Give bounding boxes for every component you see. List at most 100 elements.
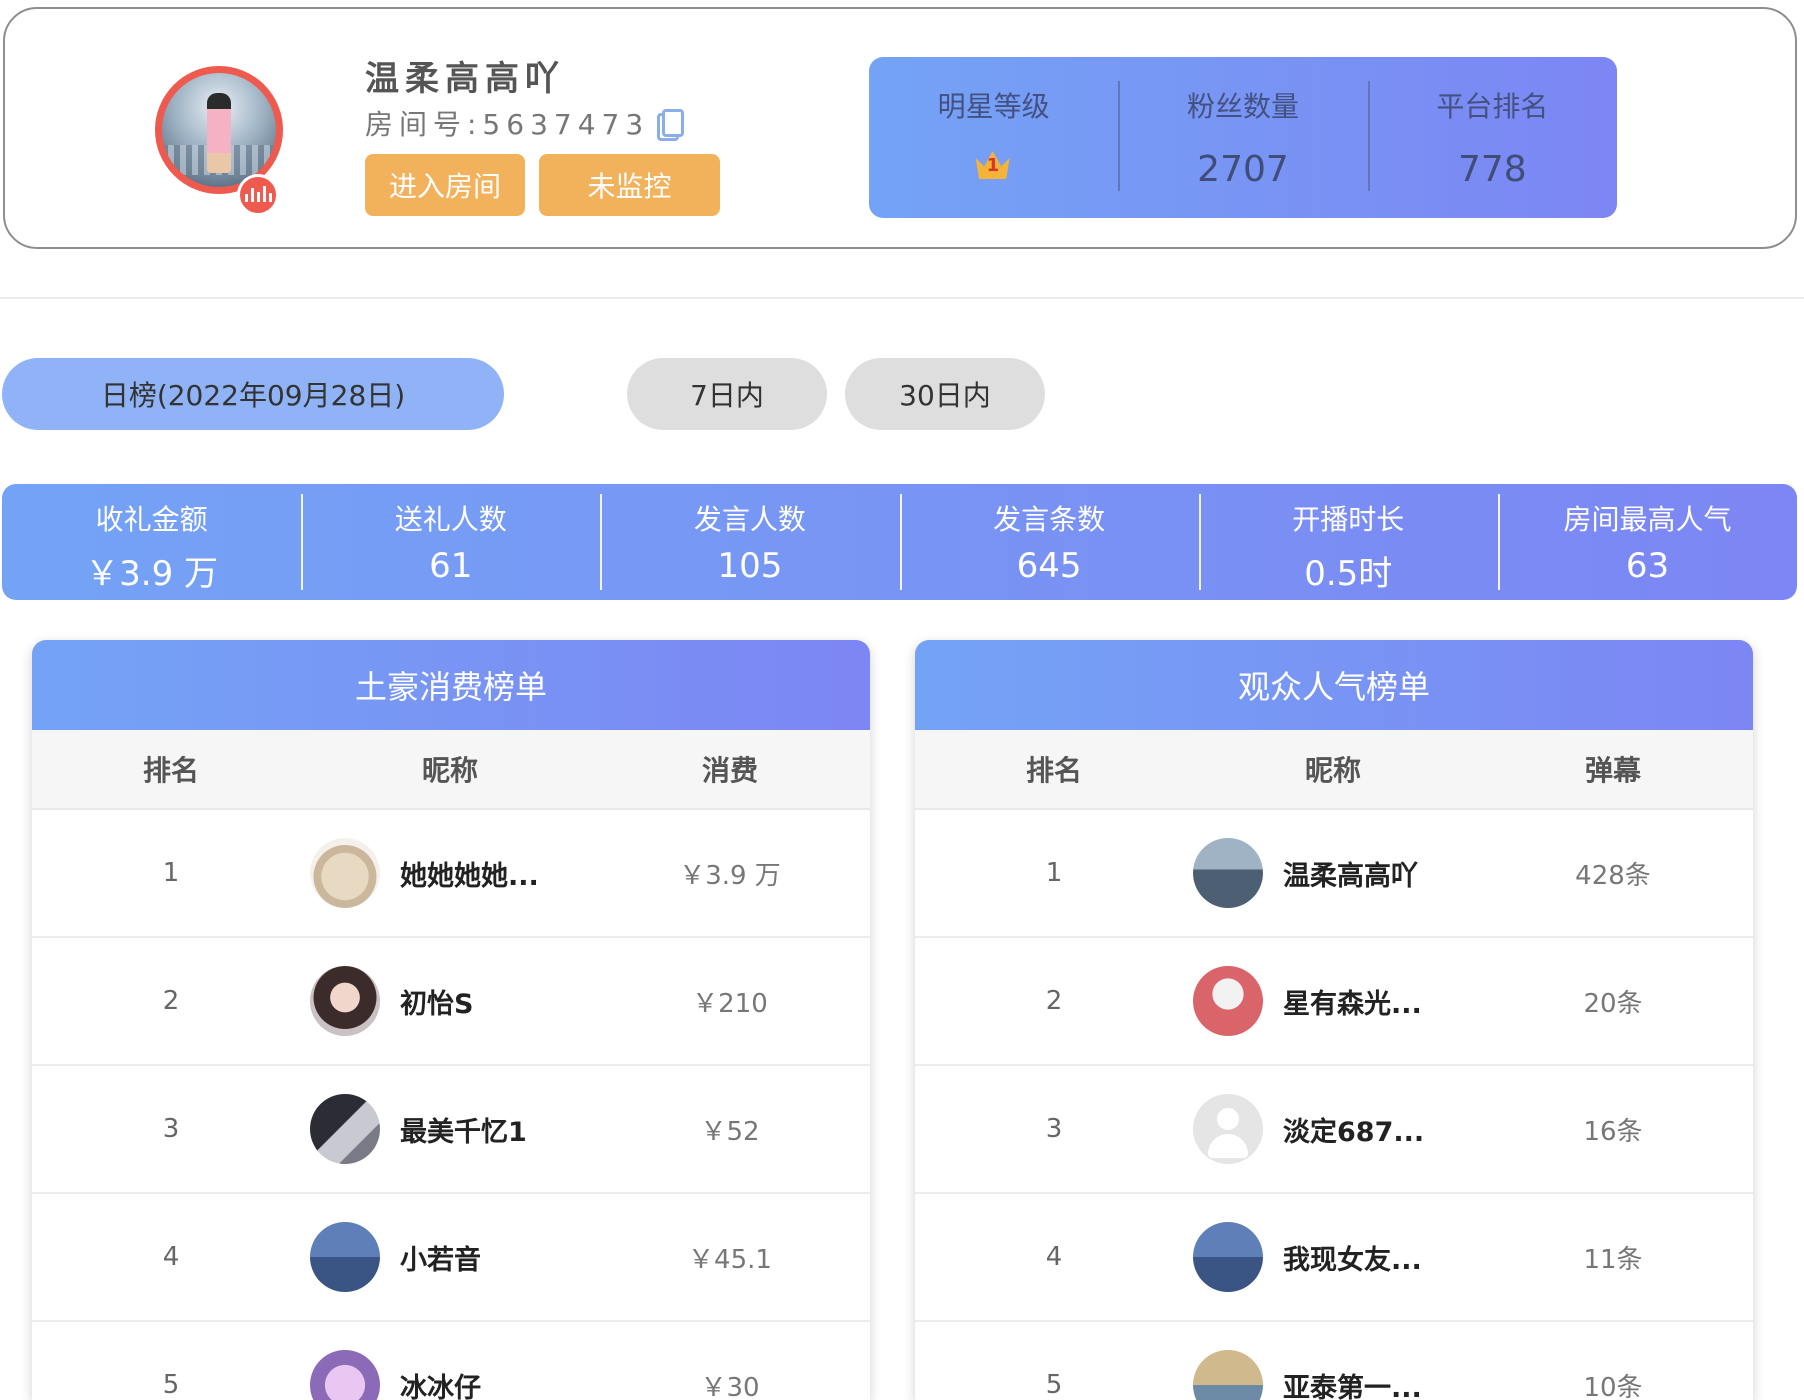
summary-gift-amount: 收礼金额 ￥3.9 万 <box>2 484 301 600</box>
danmaku-cell: 11条 <box>1473 1239 1753 1276</box>
header-rank: 排名 <box>915 749 1193 789</box>
nickname-cell: 初怡S <box>310 966 590 1036</box>
rank-cell: 5 <box>32 1370 310 1400</box>
header-nickname: 昵称 <box>1193 749 1473 789</box>
room-number-text: 房间号:5637473 <box>365 103 649 143</box>
stat-label: 平台排名 <box>1368 85 1617 125</box>
header-nickname: 昵称 <box>310 749 590 789</box>
table-row[interactable]: 1 她她她她... ￥3.9 万 <box>32 810 870 938</box>
header-spend: 消费 <box>590 749 870 789</box>
summary-label: 发言人数 <box>600 498 899 538</box>
rank-cell: 3 <box>32 1114 310 1144</box>
stat-platform-rank: 平台排名 778 <box>1368 57 1617 218</box>
user-avatar[interactable] <box>1193 1222 1263 1292</box>
user-avatar[interactable] <box>310 966 380 1036</box>
monitor-status-button[interactable]: 未监控 <box>539 154 720 216</box>
table-row[interactable]: 4 我现女友... 11条 <box>915 1194 1753 1322</box>
table-row[interactable]: 5 亚泰第一... 10条 <box>915 1322 1753 1400</box>
user-avatar[interactable] <box>310 838 380 908</box>
user-name: 小若音 <box>400 1238 481 1277</box>
nickname-cell: 淡定687... <box>1193 1094 1473 1164</box>
avatar-figure <box>207 93 231 173</box>
section-divider <box>0 297 1804 299</box>
user-avatar[interactable] <box>1193 1350 1263 1400</box>
user-name: 我现女友... <box>1283 1238 1422 1277</box>
user-name: 最美千忆1 <box>400 1110 527 1149</box>
board-title: 观众人气榜单 <box>915 640 1753 730</box>
nickname-cell: 星有森光... <box>1193 966 1473 1036</box>
stat-value: 2707 <box>1118 149 1367 190</box>
spend-cell: ￥210 <box>590 983 870 1020</box>
user-name: 她她她她... <box>400 854 539 893</box>
tab-30-days[interactable]: 30日内 <box>845 358 1045 430</box>
spend-cell: ￥45.1 <box>590 1239 870 1276</box>
live-audio-icon <box>237 174 279 216</box>
user-name: 淡定687... <box>1283 1110 1424 1149</box>
rank-cell: 1 <box>32 858 310 888</box>
nickname-cell: 小若音 <box>310 1222 590 1292</box>
board-title: 土豪消费榜单 <box>32 640 870 730</box>
enter-room-button[interactable]: 进入房间 <box>365 154 525 216</box>
danmaku-cell: 20条 <box>1473 983 1753 1020</box>
danmaku-cell: 16条 <box>1473 1111 1753 1148</box>
summary-value: 61 <box>301 546 600 586</box>
profile-card: 温柔高高吖 房间号:5637473 进入房间 未监控 明星等级 粉丝数量 270… <box>3 7 1797 249</box>
table-row[interactable]: 1 温柔高高吖 428条 <box>915 810 1753 938</box>
user-name: 冰冰仔 <box>400 1366 481 1400</box>
table-header: 排名 昵称 消费 <box>32 730 870 810</box>
summary-chatters: 发言人数 105 <box>600 484 899 600</box>
user-avatar[interactable] <box>1193 838 1263 908</box>
stat-star-level: 明星等级 <box>869 57 1118 218</box>
spend-cell: ￥30 <box>590 1367 870 1400</box>
user-name: 温柔高高吖 <box>1283 854 1418 893</box>
tab-7-days[interactable]: 7日内 <box>627 358 827 430</box>
user-avatar[interactable] <box>310 1094 380 1164</box>
summary-label: 收礼金额 <box>2 498 301 538</box>
summary-label: 发言条数 <box>900 498 1199 538</box>
table-row[interactable]: 3 最美千忆1 ￥52 <box>32 1066 870 1194</box>
summary-label: 房间最高人气 <box>1498 498 1797 538</box>
tab-daily[interactable]: 日榜(2022年09月28日) <box>2 358 504 430</box>
table-row[interactable]: 3 淡定687... 16条 <box>915 1066 1753 1194</box>
copy-icon[interactable] <box>657 109 679 137</box>
spend-cell: ￥3.9 万 <box>590 855 870 892</box>
summary-peak-popularity: 房间最高人气 63 <box>1498 484 1797 600</box>
summary-value: 645 <box>900 546 1199 586</box>
rank-cell: 3 <box>915 1114 1193 1144</box>
rank-cell: 1 <box>915 858 1193 888</box>
summary-value: ￥3.9 万 <box>2 546 301 595</box>
table-row[interactable]: 2 初怡S ￥210 <box>32 938 870 1066</box>
nickname-cell: 我现女友... <box>1193 1222 1473 1292</box>
user-avatar[interactable] <box>1193 966 1263 1036</box>
nickname-cell: 温柔高高吖 <box>1193 838 1473 908</box>
room-number: 房间号:5637473 <box>365 103 679 143</box>
nickname-cell: 最美千忆1 <box>310 1094 590 1164</box>
rank-cell: 2 <box>915 986 1193 1016</box>
danmaku-cell: 10条 <box>1473 1367 1753 1400</box>
summary-stream-duration: 开播时长 0.5时 <box>1199 484 1498 600</box>
stat-label: 粉丝数量 <box>1118 85 1367 125</box>
spend-ranking-board: 土豪消费榜单 排名 昵称 消费 1 她她她她... ￥3.9 万 2 初怡S ￥… <box>32 640 870 1400</box>
spend-cell: ￥52 <box>590 1111 870 1148</box>
user-name: 初怡S <box>400 982 473 1021</box>
nickname-cell: 她她她她... <box>310 838 590 908</box>
user-avatar[interactable] <box>310 1350 380 1400</box>
stat-value: 778 <box>1368 149 1617 190</box>
popularity-ranking-board: 观众人气榜单 排名 昵称 弹幕 1 温柔高高吖 428条 2 星有森光... 2… <box>915 640 1753 1400</box>
rank-cell: 5 <box>915 1370 1193 1400</box>
summary-value: 105 <box>600 546 899 586</box>
summary-strip: 收礼金额 ￥3.9 万 送礼人数 61 发言人数 105 发言条数 645 开播… <box>2 484 1797 600</box>
user-avatar[interactable] <box>310 1222 380 1292</box>
default-user-icon[interactable] <box>1193 1094 1263 1164</box>
crown-badge-icon <box>974 147 1014 181</box>
nickname-cell: 冰冰仔 <box>310 1350 590 1400</box>
streamer-stats-panel: 明星等级 粉丝数量 2707 平台排名 778 <box>869 57 1617 218</box>
table-row[interactable]: 4 小若音 ￥45.1 <box>32 1194 870 1322</box>
summary-value: 63 <box>1498 546 1797 586</box>
table-header: 排名 昵称 弹幕 <box>915 730 1753 810</box>
table-row[interactable]: 2 星有森光... 20条 <box>915 938 1753 1066</box>
table-row[interactable]: 5 冰冰仔 ￥30 <box>32 1322 870 1400</box>
rank-cell: 4 <box>915 1242 1193 1272</box>
user-name: 星有森光... <box>1283 982 1422 1021</box>
stat-label: 明星等级 <box>869 85 1118 125</box>
